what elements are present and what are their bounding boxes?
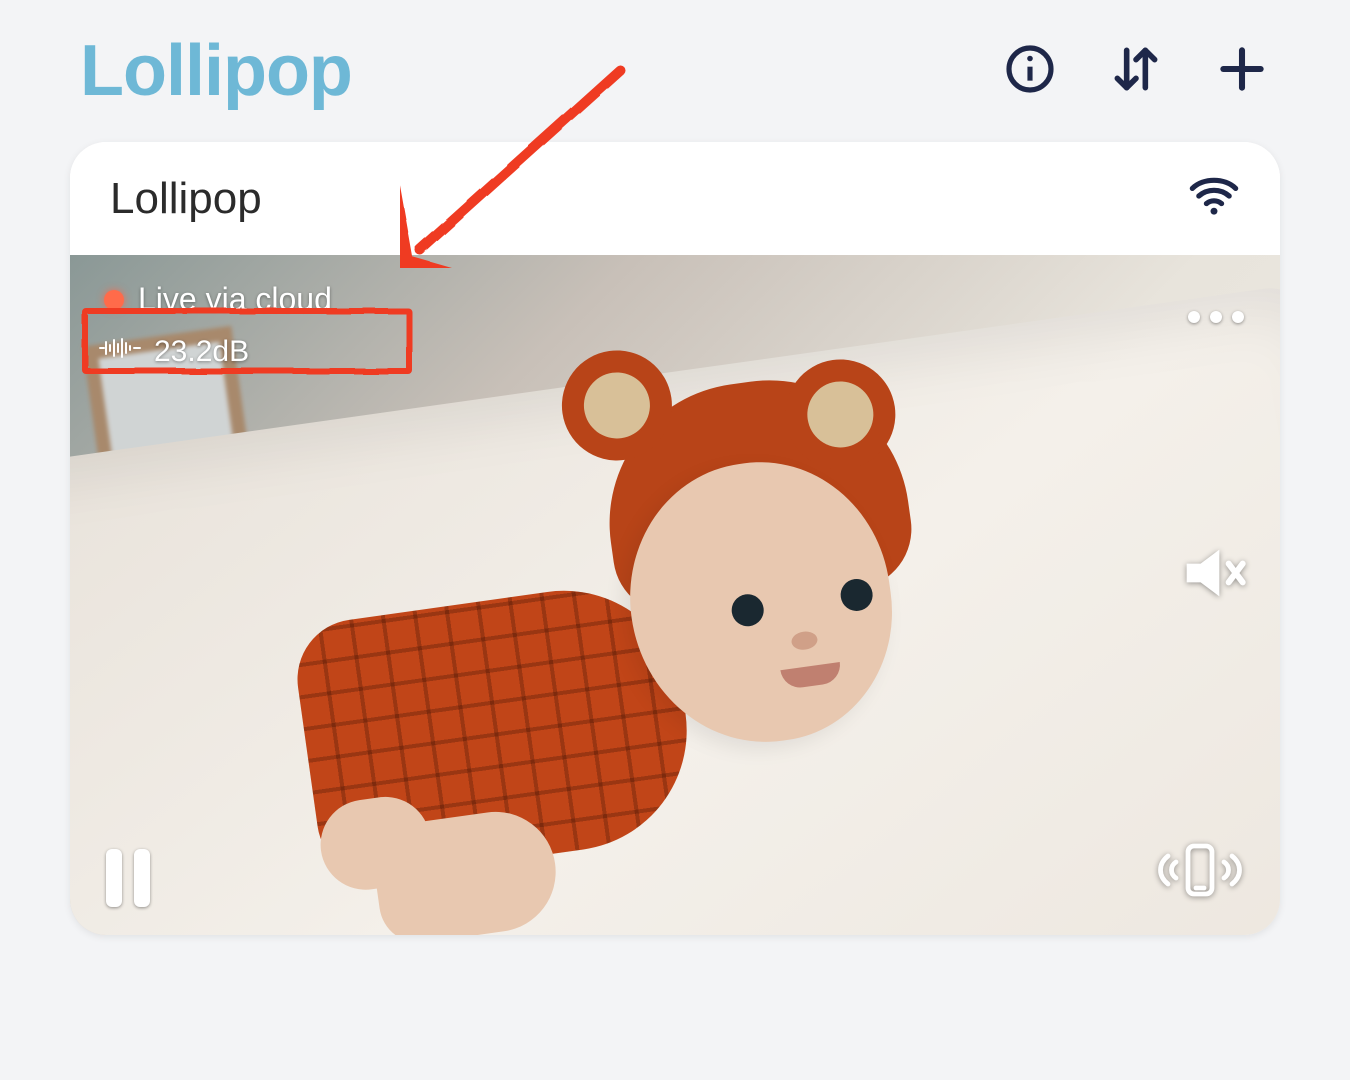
video-overlay-top-left: Live via cloud	[98, 275, 346, 370]
info-icon[interactable]	[1002, 41, 1058, 102]
waveform-icon	[98, 334, 142, 370]
video-overlay-bottom	[70, 810, 1280, 935]
sort-icon[interactable]	[1108, 41, 1164, 102]
live-status-label: Live via cloud	[138, 281, 332, 318]
header-actions	[1002, 41, 1270, 102]
pause-button[interactable]	[106, 849, 150, 907]
app-logo: Lollipop	[80, 30, 352, 112]
live-status-badge: Live via cloud	[104, 281, 332, 318]
decibel-value: 23.2dB	[154, 335, 249, 369]
app-header: Lollipop	[0, 0, 1350, 122]
mute-button[interactable]	[1182, 545, 1252, 606]
camera-name-label: Lollipop	[110, 174, 262, 224]
live-dot-icon	[104, 290, 124, 310]
plus-icon[interactable]	[1214, 41, 1270, 102]
push-to-talk-button[interactable]	[1156, 838, 1244, 907]
wifi-icon	[1188, 170, 1240, 227]
camera-card-header[interactable]: Lollipop	[70, 142, 1280, 255]
video-feed[interactable]: Live via cloud	[70, 255, 1280, 935]
decibel-row: 23.2dB	[98, 334, 346, 370]
more-options-button[interactable]	[1188, 311, 1244, 323]
camera-card: Lollipop	[70, 142, 1280, 935]
